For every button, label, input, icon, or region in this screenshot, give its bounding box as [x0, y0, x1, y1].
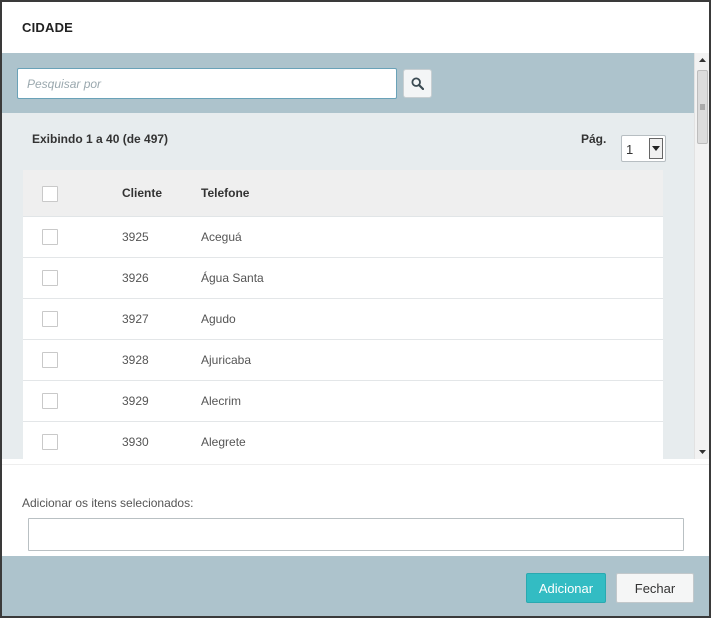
page-label: Pág. — [581, 132, 607, 146]
column-header-cliente: Cliente — [122, 186, 163, 200]
cell-telefone: Ajuricaba — [201, 353, 252, 367]
row-checkbox[interactable] — [42, 352, 58, 368]
search-icon — [411, 77, 424, 90]
grip-icon — [700, 104, 705, 110]
table-row[interactable]: 3926 Água Santa — [23, 258, 663, 299]
chevron-down-icon[interactable] — [649, 138, 663, 159]
search-bar — [2, 53, 694, 113]
selected-items-label: Adicionar os itens selecionados: — [22, 496, 194, 510]
results-region: Exibindo 1 a 40 (de 497) Pág. 1 Cliente … — [2, 113, 694, 459]
table-header: Cliente Telefone — [23, 170, 663, 217]
table-row[interactable]: 3929 Alecrim — [23, 381, 663, 422]
table-row[interactable]: 3928 Ajuricaba — [23, 340, 663, 381]
vertical-scrollbar[interactable] — [694, 53, 709, 459]
cell-cliente: 3930 — [122, 435, 149, 449]
cell-cliente: 3928 — [122, 353, 149, 367]
search-input[interactable] — [17, 68, 397, 99]
cell-telefone: Alecrim — [201, 394, 242, 408]
cell-telefone: Aceguá — [201, 230, 242, 244]
cell-cliente: 3926 — [122, 271, 149, 285]
search-button[interactable] — [403, 69, 432, 98]
results-count: Exibindo 1 a 40 (de 497) — [32, 132, 169, 146]
cell-telefone: Alegrete — [201, 435, 246, 449]
close-button[interactable]: Fechar — [616, 573, 694, 603]
scroll-down-icon[interactable] — [695, 445, 709, 459]
dialog-body: Exibindo 1 a 40 (de 497) Pág. 1 Cliente … — [2, 53, 709, 459]
row-checkbox[interactable] — [42, 434, 58, 450]
results-table: Cliente Telefone 3925 Aceguá 3926 Água S… — [23, 170, 663, 459]
selected-items-field[interactable] — [28, 518, 684, 551]
select-all-checkbox[interactable] — [42, 186, 58, 202]
cell-cliente: 3925 — [122, 230, 149, 244]
scrollbar-thumb[interactable] — [697, 70, 708, 144]
row-checkbox[interactable] — [42, 270, 58, 286]
column-header-telefone: Telefone — [201, 186, 250, 200]
divider — [2, 464, 709, 465]
table-row[interactable]: 3927 Agudo — [23, 299, 663, 340]
dialog-title: CIDADE — [22, 20, 74, 35]
cell-cliente: 3927 — [122, 312, 149, 326]
table-row[interactable]: 3925 Aceguá — [23, 217, 663, 258]
scroll-up-icon[interactable] — [695, 53, 709, 67]
row-checkbox[interactable] — [42, 229, 58, 245]
page-select-value: 1 — [626, 142, 634, 157]
page-select[interactable]: 1 — [621, 135, 666, 162]
cell-cliente: 3929 — [122, 394, 149, 408]
cell-telefone: Água Santa — [201, 271, 264, 285]
dialog-footer: Adicionar Fechar — [2, 556, 709, 616]
row-checkbox[interactable] — [42, 393, 58, 409]
table-row[interactable]: 3930 Alegrete — [23, 422, 663, 459]
add-button[interactable]: Adicionar — [526, 573, 606, 603]
cell-telefone: Agudo — [201, 312, 236, 326]
city-dialog: CIDADE Exibindo 1 a 40 (de 497) Pág. 1 — [0, 0, 711, 618]
row-checkbox[interactable] — [42, 311, 58, 327]
